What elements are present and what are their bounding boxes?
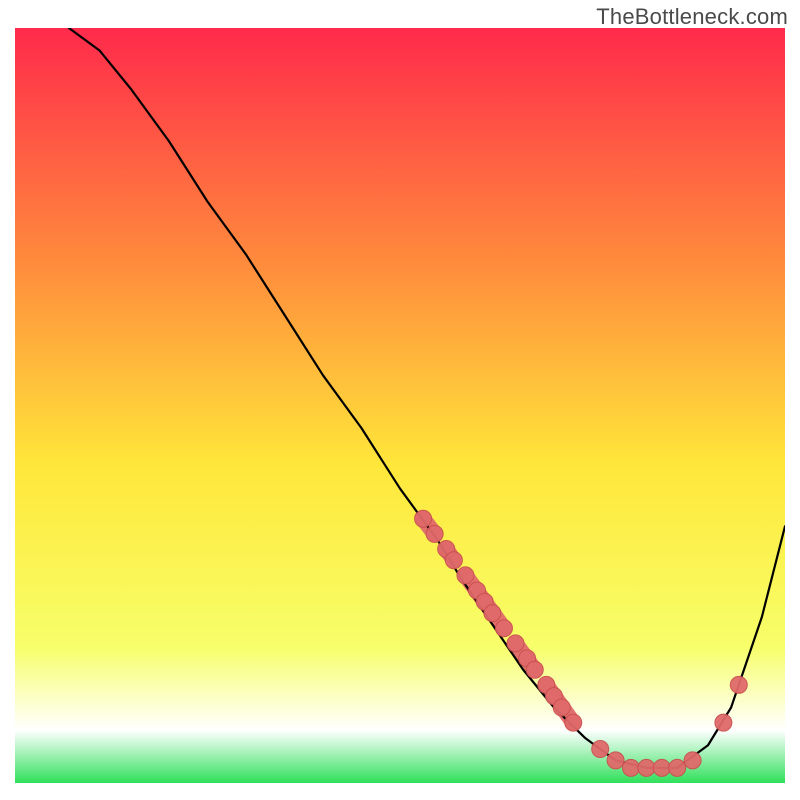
highlight-dot <box>426 525 443 542</box>
highlight-dot <box>607 752 624 769</box>
highlight-dot <box>730 676 747 693</box>
gradient-background <box>15 28 785 783</box>
highlight-dot <box>484 605 501 622</box>
highlight-dot <box>669 759 686 776</box>
highlight-dot <box>495 620 512 637</box>
highlight-dot <box>684 752 701 769</box>
watermark-text: TheBottleneck.com <box>596 4 788 30</box>
highlight-dot <box>638 759 655 776</box>
highlight-dot <box>415 510 432 527</box>
highlight-dot <box>565 714 582 731</box>
plot-area <box>15 28 785 783</box>
highlight-dot <box>445 552 462 569</box>
highlight-dot <box>507 635 524 652</box>
chart-stage: TheBottleneck.com <box>0 0 800 800</box>
highlight-dot <box>653 759 670 776</box>
highlight-dot <box>457 567 474 584</box>
highlight-dot <box>623 759 640 776</box>
highlight-dot <box>553 699 570 716</box>
highlight-dot <box>715 714 732 731</box>
plot-svg <box>15 28 785 783</box>
highlight-dot <box>526 661 543 678</box>
highlight-dot <box>592 741 609 758</box>
